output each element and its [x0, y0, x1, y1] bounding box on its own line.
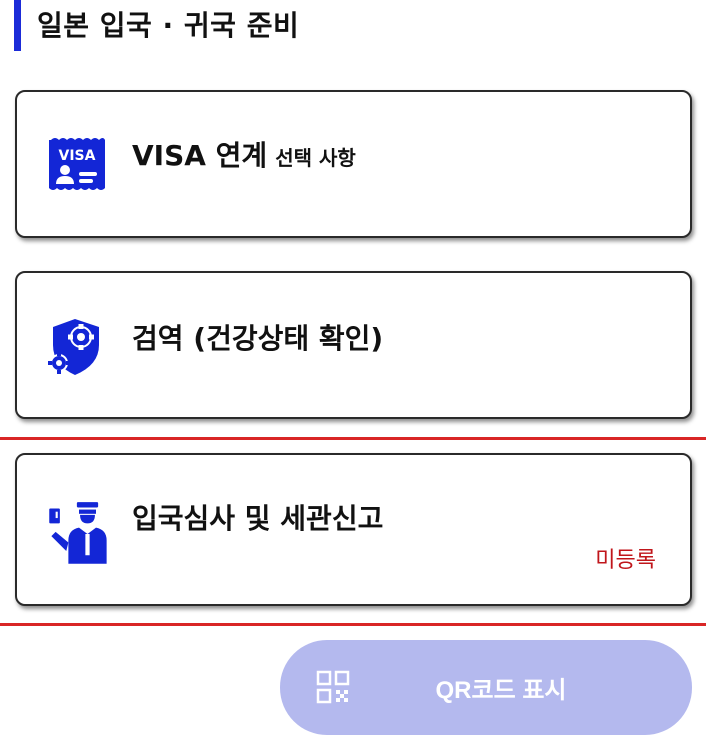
visa-icon-text: VISA — [59, 148, 96, 164]
visa-card[interactable]: VISA VISA 연계 선택 사항 — [15, 90, 692, 238]
quarantine-card-title: 검역 (건강상태 확인) — [132, 322, 384, 355]
visa-card-title: VISA 연계 — [132, 139, 268, 172]
show-qr-code-button[interactable]: QR코드 표시 — [280, 640, 692, 735]
visa-card-subtitle: 선택 사항 — [275, 146, 356, 170]
registration-status-badge: 미등록 — [595, 548, 656, 573]
page: 일본 입국 · 귀국 준비 VISA VISA 연계 선택 사항 검역 (건강상… — [0, 0, 706, 735]
immigration-officer-icon — [49, 502, 107, 564]
section-accent-bar — [14, 0, 21, 51]
highlight-line-top — [0, 437, 706, 440]
qr-button-label: QR코드 표시 — [435, 677, 567, 704]
quarantine-card[interactable]: 검역 (건강상태 확인) — [15, 271, 692, 419]
visa-card-title-row: VISA 연계 선택 사항 — [132, 134, 356, 174]
immigration-customs-card[interactable]: 입국심사 및 세관신고 미등록 — [15, 453, 692, 606]
visa-card-icon: VISA — [49, 138, 105, 190]
section-header: 일본 입국 · 귀국 준비 — [14, 0, 299, 56]
immigration-card-title: 입국심사 및 세관신고 — [132, 502, 384, 535]
highlight-line-bottom — [0, 623, 706, 626]
section-title: 일본 입국 · 귀국 준비 — [37, 9, 300, 42]
health-shield-gear-icon — [48, 319, 99, 375]
